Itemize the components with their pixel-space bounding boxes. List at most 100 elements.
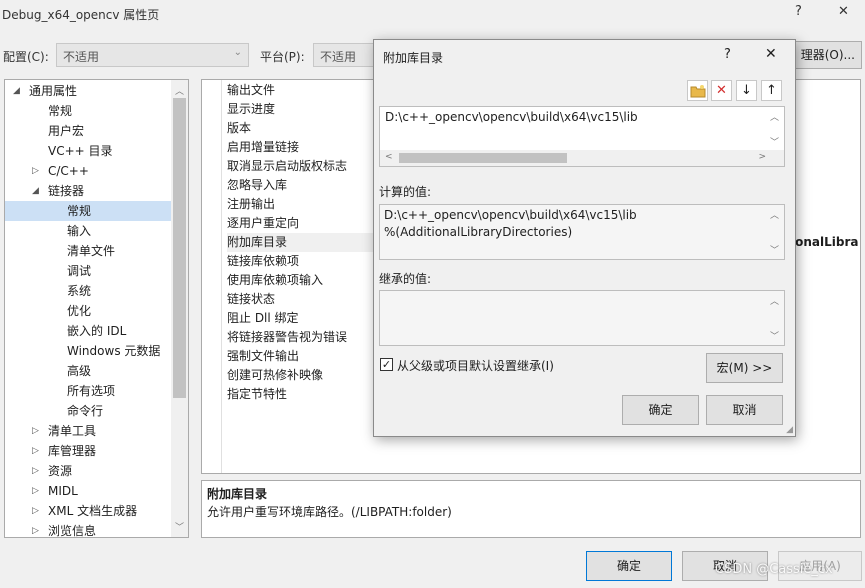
scroll-up-icon[interactable]: ︿ [175, 84, 184, 97]
directory-list[interactable]: D:\c++_opencv\opencv\build\x64\vc15\lib … [379, 106, 785, 167]
config-manager-label: 理器(O)... [800, 48, 855, 62]
property-row[interactable]: 指定节特性 [227, 385, 377, 404]
tree-item-label: 系统 [67, 284, 92, 298]
tree-item[interactable]: 调试 [5, 261, 171, 281]
additional-library-dialog: 附加库目录 ? ✕ ✕ ↓ ↑ D:\c++_opencv\opencv\bui… [373, 39, 796, 437]
tree-item[interactable]: 清单文件 [5, 241, 171, 261]
scroll-right-icon[interactable]: > [758, 152, 766, 162]
tree-item[interactable]: 常规 [5, 201, 171, 221]
collapsed-arrow-icon[interactable]: ▷ [32, 161, 39, 181]
inherit-checkbox-label[interactable]: 从父级或项目默认设置继承(I) [397, 357, 554, 374]
tree-item[interactable]: 常规 [5, 101, 171, 121]
inherited-scroll-down-icon[interactable]: ﹀ [770, 329, 779, 342]
tree-item-label: 输入 [67, 224, 92, 238]
collapsed-arrow-icon[interactable]: ▷ [32, 481, 39, 501]
scroll-left-icon[interactable]: < [385, 152, 393, 162]
dialog-cancel-button[interactable]: 取消 [706, 395, 783, 425]
dialog-title: 附加库目录 [383, 51, 444, 65]
property-row[interactable]: 强制文件输出 [227, 347, 377, 366]
collapsed-arrow-icon[interactable]: ▷ [32, 421, 39, 441]
expanded-arrow-icon[interactable]: ◢ [13, 81, 20, 101]
tree-item-label: 清单工具 [48, 424, 97, 438]
collapsed-arrow-icon[interactable]: ▷ [32, 521, 39, 537]
tree-item[interactable]: 命令行 [5, 401, 171, 421]
property-row[interactable]: 阻止 Dll 绑定 [227, 309, 377, 328]
tree-item[interactable]: 所有选项 [5, 381, 171, 401]
tree-item[interactable]: ▷ 浏览信息 [5, 521, 171, 537]
dialog-help-button[interactable]: ? [724, 47, 731, 62]
grid-gutter [202, 80, 222, 473]
tree-item[interactable]: 系统 [5, 281, 171, 301]
property-tree: ◢ 通用属性 常规 用户宏 VC++ 目录 ▷ C/C++ ◢ 链接器 常规 输入 清单文件 调试 系统优… [4, 79, 189, 538]
computed-line-2: %(AdditionalLibraryDirectories) [384, 225, 573, 239]
tree-item[interactable]: 输入 [5, 221, 171, 241]
property-row[interactable]: 使用库依赖项输入 [227, 271, 377, 290]
tree-item[interactable]: 用户宏 [5, 121, 171, 141]
window-title: Debug_x64_opencv 属性页 [2, 8, 160, 22]
config-label: 配置(C): [3, 50, 49, 64]
inherited-scroll-up-icon[interactable]: ︿ [770, 294, 779, 307]
tree-item[interactable]: ◢ 通用属性 [5, 81, 171, 101]
computed-line-1: D:\c++_opencv\opencv\build\x64\vc15\lib [384, 208, 637, 222]
config-manager-button[interactable]: 理器(O)... [790, 41, 862, 69]
tree-item[interactable]: 高级 [5, 361, 171, 381]
property-row[interactable]: 忽略导入库 [227, 176, 377, 195]
tree-item[interactable]: ▷ MIDL [5, 481, 171, 501]
list-hscroll-thumb[interactable] [399, 153, 567, 163]
list-scroll-up-icon[interactable]: ︿ [770, 110, 779, 123]
tree-item[interactable]: ▷ 库管理器 [5, 441, 171, 461]
tree-item[interactable]: ▷ 清单工具 [5, 421, 171, 441]
computed-scroll-up-icon[interactable]: ︿ [770, 208, 779, 221]
help-button[interactable]: ? [795, 4, 802, 19]
move-down-button[interactable]: ↓ [736, 80, 757, 101]
property-row[interactable]: 版本 [227, 119, 377, 138]
dialog-ok-button[interactable]: 确定 [622, 395, 699, 425]
collapsed-arrow-icon[interactable]: ▷ [32, 461, 39, 481]
property-row[interactable]: 创建可热修补映像 [227, 366, 377, 385]
property-row[interactable]: 启用增量链接 [227, 138, 377, 157]
config-dropdown[interactable]: 不适用 ⌄ [56, 43, 249, 67]
scroll-down-icon[interactable]: ﹀ [175, 520, 184, 533]
property-row[interactable]: 注册输出 [227, 195, 377, 214]
tree-scroll-thumb[interactable] [173, 98, 186, 398]
tree-item-label: 库管理器 [48, 444, 97, 458]
new-line-button[interactable] [687, 80, 708, 101]
tree-scrollbar[interactable]: ︿ ﹀ [171, 80, 188, 537]
tree-item[interactable]: ▷ C/C++ [5, 161, 171, 181]
tree-item[interactable]: 优化 [5, 301, 171, 321]
macros-button[interactable]: 宏(M) >> [706, 353, 783, 383]
computed-scroll-down-icon[interactable]: ﹀ [770, 243, 779, 256]
resize-grip-icon[interactable]: ◢ [786, 425, 793, 435]
directory-entry[interactable]: D:\c++_opencv\opencv\build\x64\vc15\lib [385, 110, 638, 124]
tree-item-label: VC++ 目录 [48, 144, 113, 158]
tree-item[interactable]: ▷ XML 文档生成器 [5, 501, 171, 521]
tree-item[interactable]: Windows 元数据 [5, 341, 171, 361]
tree-item[interactable]: VC++ 目录 [5, 141, 171, 161]
dialog-close-button[interactable]: ✕ [765, 46, 777, 62]
tree-item[interactable]: 嵌入的 IDL [5, 321, 171, 341]
list-scroll-down-icon[interactable]: ﹀ [770, 135, 779, 148]
property-row[interactable]: 逐用户重定向 [227, 214, 377, 233]
property-row[interactable]: 附加库目录 [227, 233, 377, 252]
move-up-button[interactable]: ↑ [761, 80, 782, 101]
tree-item[interactable]: ◢ 链接器 [5, 181, 171, 201]
ok-button[interactable]: 确定 [586, 551, 672, 581]
property-row[interactable]: 将链接器警告视为错误 [227, 328, 377, 347]
list-hscrollbar[interactable]: < > [380, 150, 784, 166]
property-row[interactable]: 链接状态 [227, 290, 377, 309]
property-row[interactable]: 显示进度 [227, 100, 377, 119]
tree-item-label: 通用属性 [29, 84, 78, 98]
delete-line-button[interactable]: ✕ [711, 80, 732, 101]
property-row[interactable]: 取消显示启动版权标志 [227, 157, 377, 176]
platform-dropdown[interactable]: 不适用 [313, 43, 375, 67]
folder-icon [690, 85, 705, 98]
inherit-checkbox[interactable]: ✓ [380, 358, 393, 371]
property-row[interactable]: 链接库依赖项 [227, 252, 377, 271]
collapsed-arrow-icon[interactable]: ▷ [32, 501, 39, 521]
property-row[interactable]: 输出文件 [227, 81, 377, 100]
expanded-arrow-icon[interactable]: ◢ [32, 181, 39, 201]
collapsed-arrow-icon[interactable]: ▷ [32, 441, 39, 461]
close-button[interactable]: ✕ [838, 4, 849, 19]
tree-item-label: 调试 [67, 264, 92, 278]
tree-item[interactable]: ▷ 资源 [5, 461, 171, 481]
